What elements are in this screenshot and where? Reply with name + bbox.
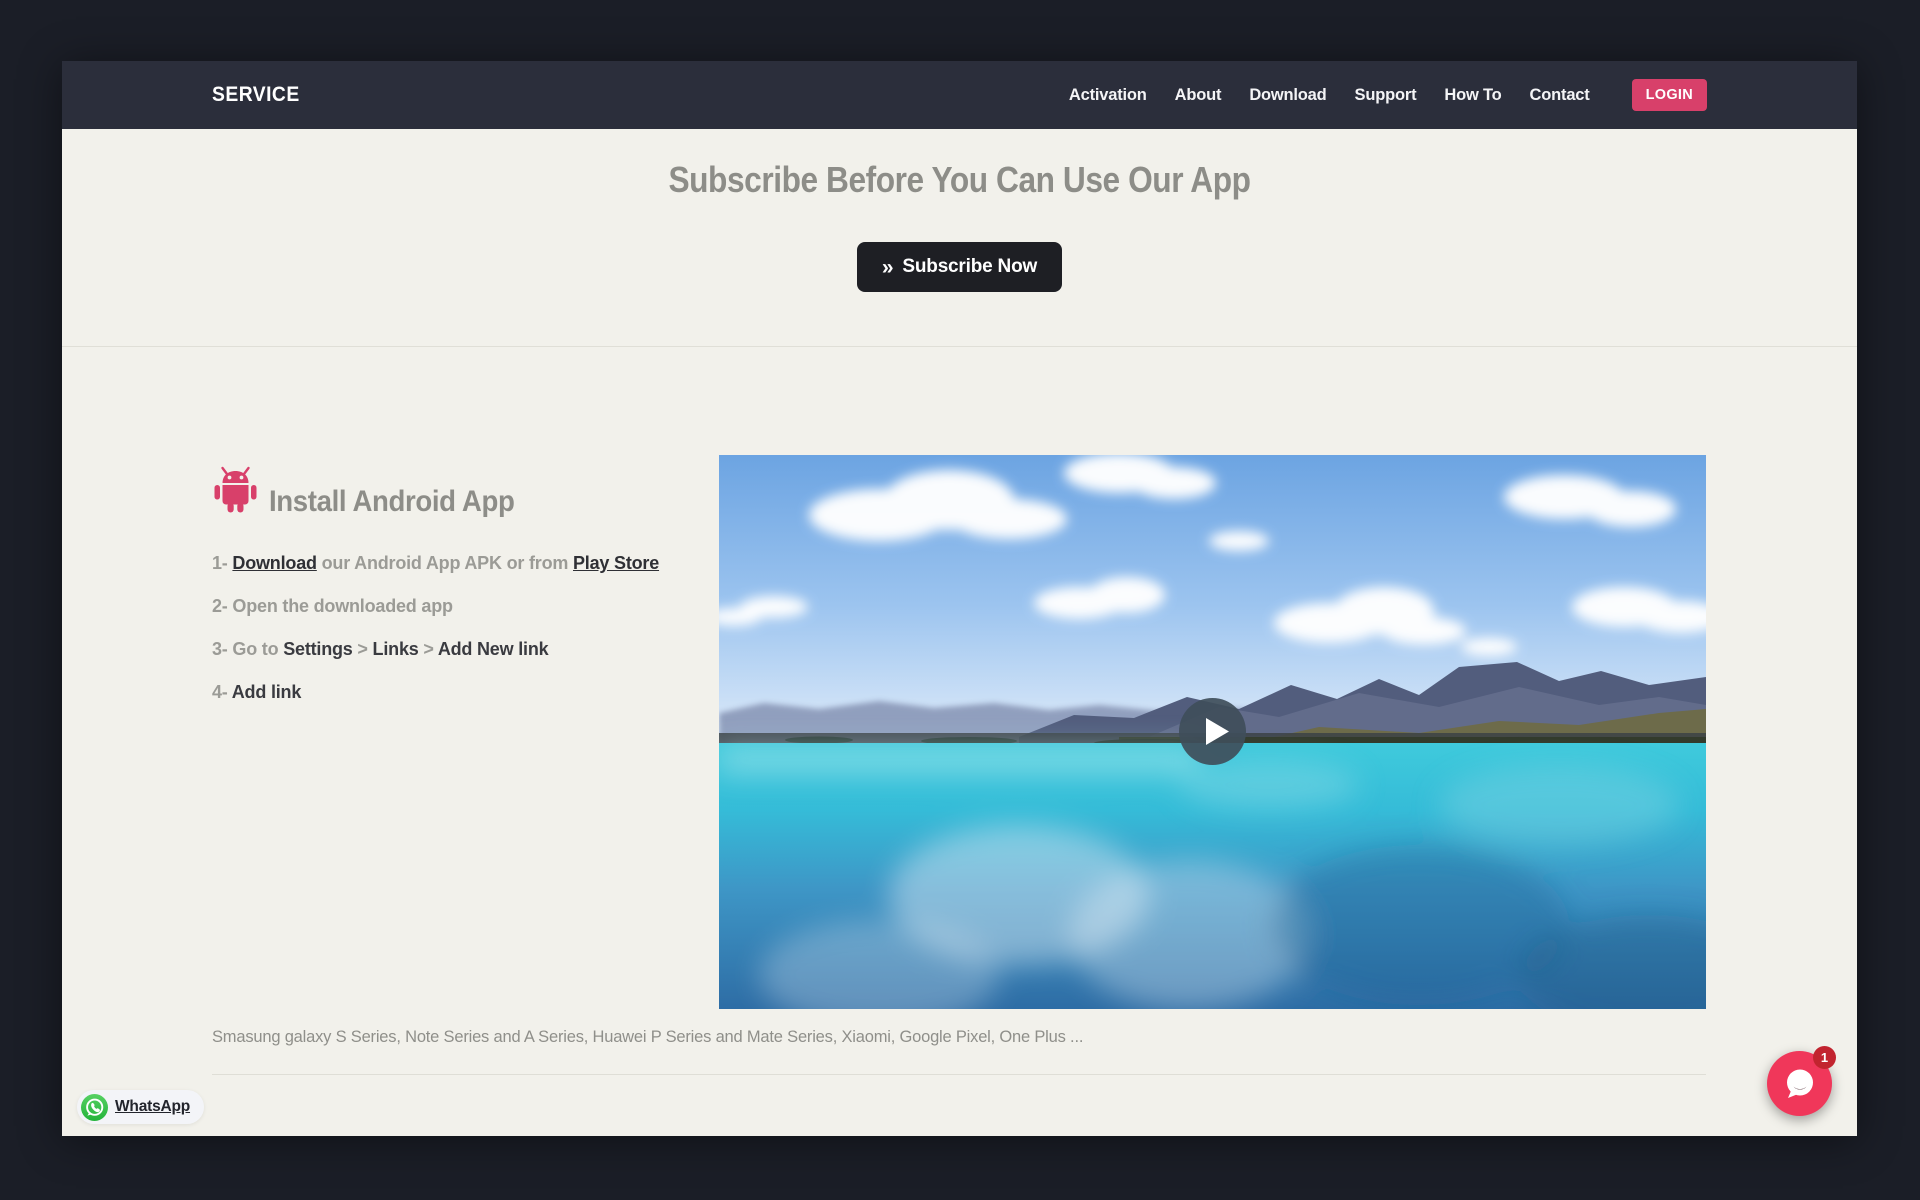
play-button[interactable] [1179, 698, 1246, 765]
nav-item-about[interactable]: About [1175, 86, 1222, 105]
whatsapp-icon [81, 1094, 108, 1121]
nav-right: Activation About Download Support How To Cont… [1069, 79, 1707, 111]
install-step-4: 4- Add link [212, 680, 659, 723]
step-text: Settings [283, 639, 352, 659]
step-text: 2- [212, 596, 232, 616]
whatsapp-button[interactable]: WhatsApp [77, 1090, 204, 1124]
step-text: Links [373, 639, 419, 659]
step-text: our Android App APK or from [317, 553, 573, 573]
page-content: SERVICE Activation About Download Support Ho… [62, 61, 1857, 1136]
subscribe-section: Subscribe Before You Can Use Our App » S… [62, 129, 1857, 347]
nav-item-contact[interactable]: Contact [1530, 86, 1590, 105]
step-link-download[interactable]: Download [232, 553, 316, 573]
android-icon [212, 465, 259, 518]
step-text: 1- [212, 553, 232, 573]
double-chevron-icon: » [882, 257, 893, 278]
play-icon [1179, 698, 1246, 765]
install-section: Install Android App 1- Download our Andr… [62, 348, 1857, 1136]
subscribe-now-button[interactable]: » Subscribe Now [857, 242, 1062, 292]
install-android-title: Install Android App [269, 485, 514, 518]
install-steps: 1- Download our Android App APK or from … [212, 551, 659, 723]
video-player[interactable] [719, 455, 1706, 1009]
whatsapp-label: WhatsApp [115, 1098, 190, 1116]
nav-item-download[interactable]: Download [1249, 86, 1326, 105]
install-header: Install Android App [212, 465, 536, 518]
step-text: 3- Go to [212, 639, 283, 659]
step-text: Open the downloaded app [232, 596, 452, 616]
nav-item-how-to[interactable]: How To [1444, 86, 1501, 105]
chat-bubble-icon [1783, 1067, 1817, 1101]
brand-logo[interactable]: SERVICE [212, 83, 300, 107]
navbar: SERVICE Activation About Download Support Ho… [62, 61, 1857, 129]
nav-item-activation[interactable]: Activation [1069, 86, 1147, 105]
install-step-1: 1- Download our Android App APK or from … [212, 551, 659, 594]
step-text: 4- [212, 682, 232, 702]
nav-item-support[interactable]: Support [1355, 86, 1417, 105]
step-link-play-store[interactable]: Play Store [573, 553, 659, 573]
nav-links: Activation About Download Support How To Cont… [1069, 86, 1590, 105]
page-title: Subscribe Before You Can Use Our App [170, 159, 1750, 201]
chat-unread-badge: 1 [1813, 1046, 1836, 1069]
login-button[interactable]: LOGIN [1632, 79, 1707, 111]
install-step-3: 3- Go to Settings > Links > Add New link [212, 637, 659, 680]
step-text: Add New link [438, 639, 549, 659]
step-text: > [419, 639, 438, 659]
supported-devices-caption: Smasung galaxy S Series, Note Series and… [212, 1028, 1083, 1047]
subscribe-button-label: Subscribe Now [902, 256, 1037, 278]
step-text: > [353, 639, 373, 659]
chat-widget-button[interactable]: 1 [1767, 1051, 1832, 1116]
step-text: Add link [232, 682, 301, 702]
section-divider [212, 1074, 1706, 1075]
install-step-2: 2- Open the downloaded app [212, 594, 659, 637]
